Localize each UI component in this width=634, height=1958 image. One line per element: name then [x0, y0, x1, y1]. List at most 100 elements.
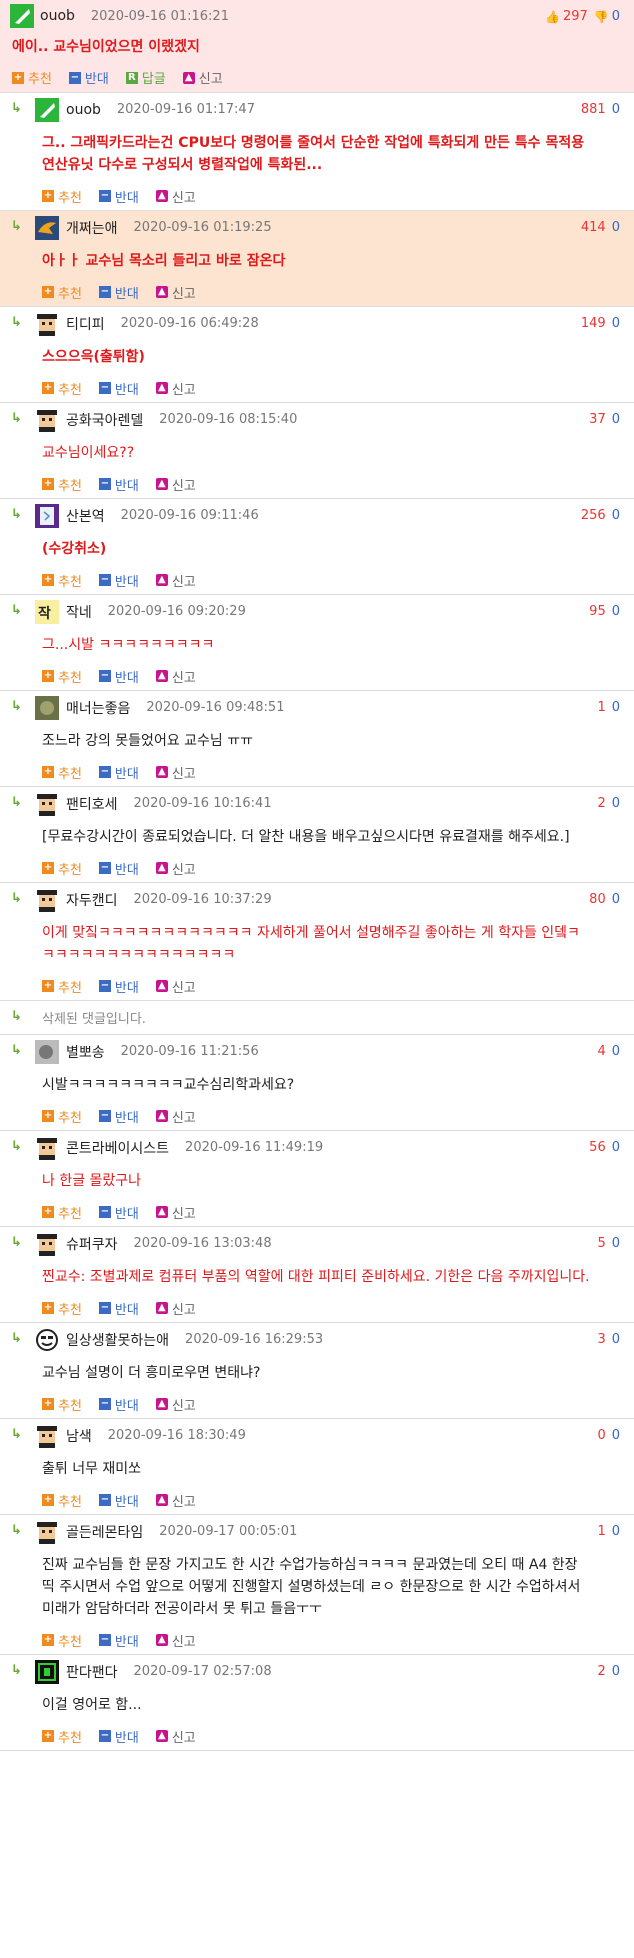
author-nick[interactable]: 별뽀송: [66, 1042, 105, 1062]
comment-actions: + 추천 − 반대 ▲ 신고: [0, 374, 634, 402]
author-nick[interactable]: 매너는좋음: [66, 698, 130, 718]
minus-icon: −: [98, 1398, 111, 1410]
author-nick[interactable]: 자두캔디: [66, 890, 118, 910]
oppose-button[interactable]: − 반대: [98, 763, 139, 782]
oppose-button[interactable]: − 반대: [98, 475, 139, 494]
bird-avatar-icon[interactable]: [35, 215, 59, 240]
photo-avatar-icon[interactable]: [35, 695, 59, 720]
author-nick[interactable]: 콘트라베이시스트: [66, 1138, 169, 1158]
author-nick[interactable]: 개쩌는애: [66, 218, 118, 238]
green-avatar-icon[interactable]: [35, 1659, 59, 1684]
pixel-avatar-icon[interactable]: [35, 887, 59, 912]
pixel-avatar-icon[interactable]: [35, 1519, 59, 1544]
sword-avatar-icon[interactable]: [35, 97, 59, 122]
oppose-button[interactable]: − 반대: [98, 379, 139, 398]
report-button[interactable]: ▲ 신고: [155, 667, 196, 686]
author-nick[interactable]: 남색: [66, 1426, 92, 1446]
sword-avatar-icon[interactable]: [10, 4, 34, 28]
report-button[interactable]: ▲ 신고: [155, 571, 196, 590]
recommend-button[interactable]: + 추천: [42, 667, 82, 686]
book-avatar-icon[interactable]: [35, 503, 59, 528]
oppose-button[interactable]: − 반대: [98, 571, 139, 590]
author-nick[interactable]: ouob: [66, 102, 101, 118]
author-nick[interactable]: 골든레몬타임: [66, 1522, 143, 1542]
recommend-button[interactable]: + 추천: [42, 1727, 82, 1746]
author-nick[interactable]: 산본역: [66, 506, 105, 526]
oppose-button[interactable]: − 반대: [98, 283, 139, 302]
recommend-button[interactable]: + 추천: [42, 379, 82, 398]
recommend-button[interactable]: + 추천: [42, 1395, 82, 1414]
pixel-avatar-icon[interactable]: [35, 791, 59, 816]
recommend-button[interactable]: + 추천: [42, 1107, 82, 1126]
comment-actions: + 추천 − 반대 ▲ 신고: [0, 566, 634, 594]
pixel-avatar-icon[interactable]: [35, 311, 59, 336]
pixel-avatar-icon[interactable]: [35, 407, 59, 432]
oppose-button[interactable]: − 반대: [98, 1299, 139, 1318]
pixel-avatar-icon[interactable]: [35, 1135, 59, 1160]
author-nick[interactable]: 공화국아렌델: [66, 410, 143, 430]
recommend-button[interactable]: + 추천: [42, 283, 82, 302]
oppose-label: 반대: [114, 1206, 139, 1222]
author-nick[interactable]: 팬티호세: [66, 794, 118, 814]
vote-counts: 10: [597, 1524, 620, 1539]
recommend-button[interactable]: + 추천: [42, 859, 82, 878]
oppose-label: 반대: [114, 1494, 139, 1510]
plus-icon: +: [42, 1302, 54, 1314]
reply-button[interactable]: R 답글: [125, 68, 166, 87]
report-button[interactable]: ▲ 신고: [155, 475, 196, 494]
recommend-button[interactable]: + 추천: [42, 1631, 82, 1650]
down-count: 0: [611, 604, 620, 619]
up-count: 149: [580, 316, 606, 331]
recommend-button[interactable]: + 추천: [42, 1203, 82, 1222]
oppose-button[interactable]: − 반대: [98, 859, 139, 878]
jak-avatar-icon[interactable]: 작: [35, 599, 59, 624]
recommend-button[interactable]: + 추천: [42, 475, 82, 494]
oppose-button[interactable]: − 반대: [68, 68, 109, 87]
recommend-button[interactable]: + 추천: [42, 1299, 82, 1318]
author-nick[interactable]: 작네: [66, 602, 92, 622]
oppose-button[interactable]: − 반대: [98, 1727, 139, 1746]
report-button[interactable]: ▲ 신고: [155, 187, 196, 206]
recommend-button[interactable]: + 추천: [42, 1491, 82, 1510]
comment-text: 진짜 교수님들 한 문장 가지고도 한 시간 수업가능하심ㅋㅋㅋㅋ 문과였는데 …: [42, 1557, 581, 1617]
oppose-button[interactable]: − 반대: [98, 1395, 139, 1414]
report-button[interactable]: ▲ 신고: [155, 379, 196, 398]
oppose-button[interactable]: − 반대: [98, 1203, 139, 1222]
pixel-avatar-icon[interactable]: [35, 1423, 59, 1448]
report-button[interactable]: ▲ 신고: [155, 1491, 196, 1510]
oppose-button[interactable]: − 반대: [98, 667, 139, 686]
author-nick[interactable]: 판다팬다: [66, 1662, 118, 1682]
oppose-button[interactable]: − 반대: [98, 1107, 139, 1126]
report-button[interactable]: ▲ 신고: [155, 283, 196, 302]
author-nick[interactable]: 슈퍼쿠자: [66, 1234, 118, 1254]
oppose-button[interactable]: − 반대: [98, 187, 139, 206]
report-button[interactable]: ▲ 신고: [155, 1107, 196, 1126]
reply-arrow-icon: ↳: [11, 699, 22, 714]
report-button[interactable]: ▲ 신고: [155, 1727, 196, 1746]
recommend-button[interactable]: + 추천: [42, 763, 82, 782]
photo2-avatar-icon[interactable]: [35, 1039, 59, 1064]
recommend-button[interactable]: + 추천: [42, 571, 82, 590]
recommend-button[interactable]: + 추천: [12, 68, 52, 87]
comment-text: 시발ㅋㅋㅋㅋㅋㅋㅋㅋㅋ교수심리학과세요?: [42, 1077, 295, 1093]
author-nick[interactable]: 일상생활못하는애: [66, 1330, 169, 1350]
report-button[interactable]: ▲ 신고: [182, 68, 223, 87]
report-button[interactable]: ▲ 신고: [155, 763, 196, 782]
report-button[interactable]: ▲ 신고: [155, 1395, 196, 1414]
recommend-button[interactable]: + 추천: [42, 977, 82, 996]
report-button[interactable]: ▲ 신고: [155, 1631, 196, 1650]
pixel-avatar-icon[interactable]: [35, 1231, 59, 1256]
vote-counts: 30: [597, 1332, 620, 1347]
oppose-button[interactable]: − 반대: [98, 1491, 139, 1510]
oppose-button[interactable]: − 반대: [98, 1631, 139, 1650]
report-button[interactable]: ▲ 신고: [155, 1299, 196, 1318]
author-nick[interactable]: ouob: [40, 8, 75, 24]
author-nick[interactable]: 티디피: [66, 314, 105, 334]
face-avatar-icon[interactable]: [35, 1328, 59, 1352]
report-button[interactable]: ▲ 신고: [155, 859, 196, 878]
oppose-label: 반대: [84, 72, 109, 87]
oppose-button[interactable]: − 반대: [98, 977, 139, 996]
report-button[interactable]: ▲ 신고: [155, 977, 196, 996]
recommend-button[interactable]: + 추천: [42, 187, 82, 206]
report-button[interactable]: ▲ 신고: [155, 1203, 196, 1222]
